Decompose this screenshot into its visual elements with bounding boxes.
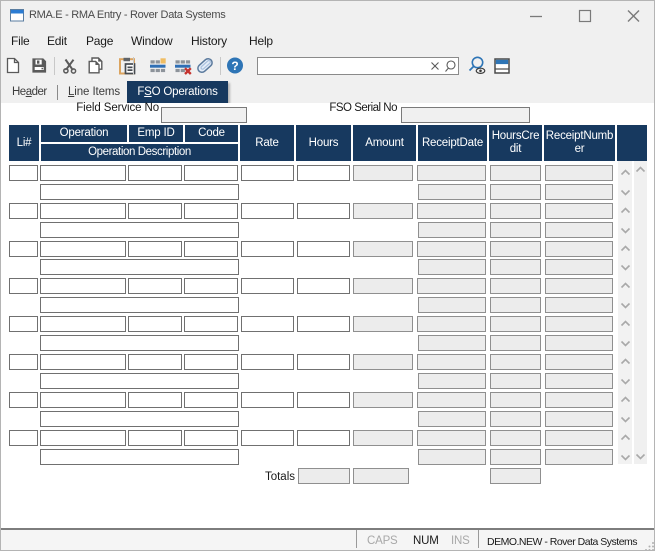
svg-text:?: ?	[231, 59, 238, 73]
